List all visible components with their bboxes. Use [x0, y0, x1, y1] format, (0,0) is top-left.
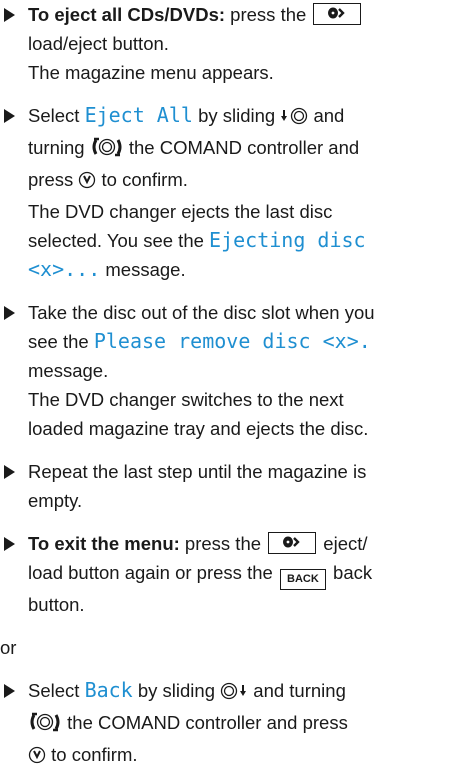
- bullet-arrow-icon: [4, 537, 15, 551]
- press-controller-icon: [78, 168, 96, 197]
- step-repeat: Repeat the last step until the magazine …: [0, 457, 464, 515]
- turn-controller-icon: [28, 711, 62, 740]
- step-result: loaded magazine tray and ejects the disc…: [28, 418, 369, 439]
- display-message: Please remove disc <x>.: [93, 329, 371, 353]
- step-text-line: load/eject button.: [28, 33, 169, 54]
- display-message: Ejecting disc: [209, 228, 366, 252]
- bullet-arrow-icon: [4, 306, 15, 320]
- step-select-back: Select Back by sliding and turning the C…: [0, 676, 464, 772]
- step-result: The DVD changer switches to the next: [28, 389, 344, 410]
- manual-page: To eject all CDs/DVDs: press the load/ej…: [0, 0, 464, 765]
- bullet-arrow-icon: [4, 109, 15, 123]
- display-message-cont: <x>...: [28, 257, 101, 281]
- step-remove-disc: Take the disc out of the disc slot when …: [0, 298, 464, 443]
- step-exit-menu: To exit the menu: press the eject/ load …: [0, 529, 464, 619]
- bullet-arrow-icon: [4, 684, 15, 698]
- eject-load-icon: [268, 532, 317, 554]
- slide-down-icon: [220, 679, 248, 708]
- menu-item-back: Back: [84, 678, 133, 702]
- step-result: The DVD changer ejects the last disc: [28, 201, 333, 222]
- bullet-arrow-icon: [4, 8, 15, 22]
- turn-controller-icon: [90, 136, 124, 165]
- step-lead: To exit the menu:: [28, 533, 180, 554]
- step-lead: To eject all CDs/DVDs:: [28, 4, 226, 25]
- step-result: The magazine menu appears.: [28, 62, 274, 83]
- slide-down-icon: [280, 104, 308, 133]
- step-select-eject-all: Select Eject All by sliding and turning …: [0, 101, 464, 284]
- bullet-arrow-icon: [4, 465, 15, 479]
- menu-item-eject-all: Eject All: [84, 103, 193, 127]
- step-eject-all: To eject all CDs/DVDs: press the load/ej…: [0, 0, 464, 87]
- press-controller-icon: [28, 743, 46, 772]
- back-button-icon: BACK: [279, 569, 326, 590]
- step-text: press the: [225, 4, 312, 25]
- or-separator: or: [0, 637, 17, 658]
- eject-load-icon: [313, 3, 362, 25]
